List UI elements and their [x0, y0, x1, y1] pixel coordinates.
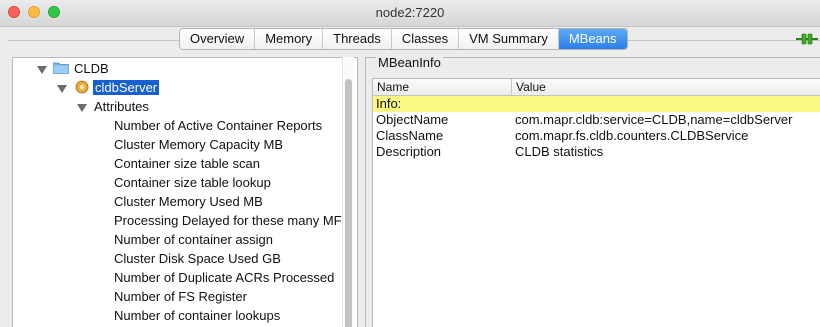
- expand-triangle-icon[interactable]: [57, 85, 67, 93]
- row-value: CLDB statistics: [515, 144, 604, 159]
- split-pane-divider[interactable]: [359, 57, 362, 327]
- row-name: ObjectName: [376, 112, 449, 127]
- tree-attribute-item[interactable]: Number of container assign: [114, 230, 273, 249]
- tree-node-cldbserver[interactable]: cldbServer: [93, 78, 160, 97]
- row-value: com.mapr.fs.cldb.counters.CLDBService: [515, 128, 749, 143]
- mbean-info-group: MBeanInfo Name Value Info: ObjectName co…: [365, 55, 820, 327]
- tree-scrollbar-thumb[interactable]: [345, 79, 352, 327]
- row-name: Description: [376, 144, 442, 159]
- row-name: ClassName: [376, 128, 444, 143]
- title-bar: node2:7220: [0, 0, 820, 27]
- tree-attribute-item[interactable]: Container size table lookup: [114, 173, 271, 192]
- mbean-icon: [75, 80, 89, 94]
- tree-node-cldbserver-label: cldbServer: [93, 80, 160, 95]
- row-name: Info:: [376, 96, 402, 111]
- column-header-name[interactable]: Name: [373, 79, 512, 95]
- table-row[interactable]: Description CLDB statistics: [373, 144, 820, 160]
- table-row[interactable]: ClassName com.mapr.fs.cldb.counters.CLDB…: [373, 128, 820, 144]
- tree-attribute-item[interactable]: Cluster Disk Space Used GB: [114, 249, 281, 268]
- tab-bar: Overview Memory Threads Classes VM Summa…: [179, 28, 628, 50]
- tree-attribute-item[interactable]: Number of Active Container Reports: [114, 116, 322, 135]
- expand-triangle-icon[interactable]: [77, 104, 87, 112]
- tab-memory[interactable]: Memory: [255, 29, 324, 49]
- column-header-value[interactable]: Value: [512, 79, 546, 95]
- tree-attribute-item[interactable]: Cluster Memory Capacity MB: [114, 135, 283, 154]
- table-row[interactable]: Info:: [373, 96, 820, 112]
- tree-attribute-item[interactable]: Container size table scan: [114, 154, 260, 173]
- tab-classes[interactable]: Classes: [391, 29, 460, 49]
- row-value: com.mapr.cldb:service=CLDB,name=cldbServ…: [515, 112, 793, 127]
- tree-scrollbar[interactable]: [342, 57, 354, 327]
- table-row[interactable]: ObjectName com.mapr.cldb:service=CLDB,na…: [373, 112, 820, 128]
- tab-mbeans[interactable]: MBeans: [558, 29, 627, 49]
- tree-attribute-item[interactable]: Number of Duplicate ACRs Processed: [114, 268, 334, 287]
- jconsole-window: node2:7220 Overview Memory Threads Class…: [0, 0, 820, 327]
- window-title: node2:7220: [375, 5, 445, 20]
- tree-attribute-item[interactable]: Number of FS Register: [114, 287, 247, 306]
- connection-plug-icon[interactable]: [796, 33, 818, 45]
- tree-attribute-item[interactable]: Number of container lookups: [114, 306, 280, 325]
- folder-icon: [53, 62, 69, 74]
- tree-node-cldb[interactable]: CLDB: [74, 59, 109, 78]
- table-header: Name Value: [373, 79, 820, 96]
- tab-overview[interactable]: Overview: [180, 29, 256, 49]
- tab-vm-summary[interactable]: VM Summary: [459, 29, 559, 49]
- expand-triangle-icon[interactable]: [37, 66, 47, 74]
- mbean-info-table: Name Value Info: ObjectName com.mapr.cld…: [372, 78, 820, 327]
- tree-attribute-item[interactable]: Cluster Memory Used MB: [114, 192, 263, 211]
- tree-attribute-item[interactable]: Processing Delayed for these many MFS: [114, 211, 350, 230]
- tab-threads[interactable]: Threads: [323, 29, 392, 49]
- mbean-tree[interactable]: CLDB cldbServer Attributes Number of Act…: [12, 57, 358, 327]
- tree-node-attributes[interactable]: Attributes: [94, 97, 149, 116]
- mbean-info-title: MBeanInfo: [376, 55, 443, 70]
